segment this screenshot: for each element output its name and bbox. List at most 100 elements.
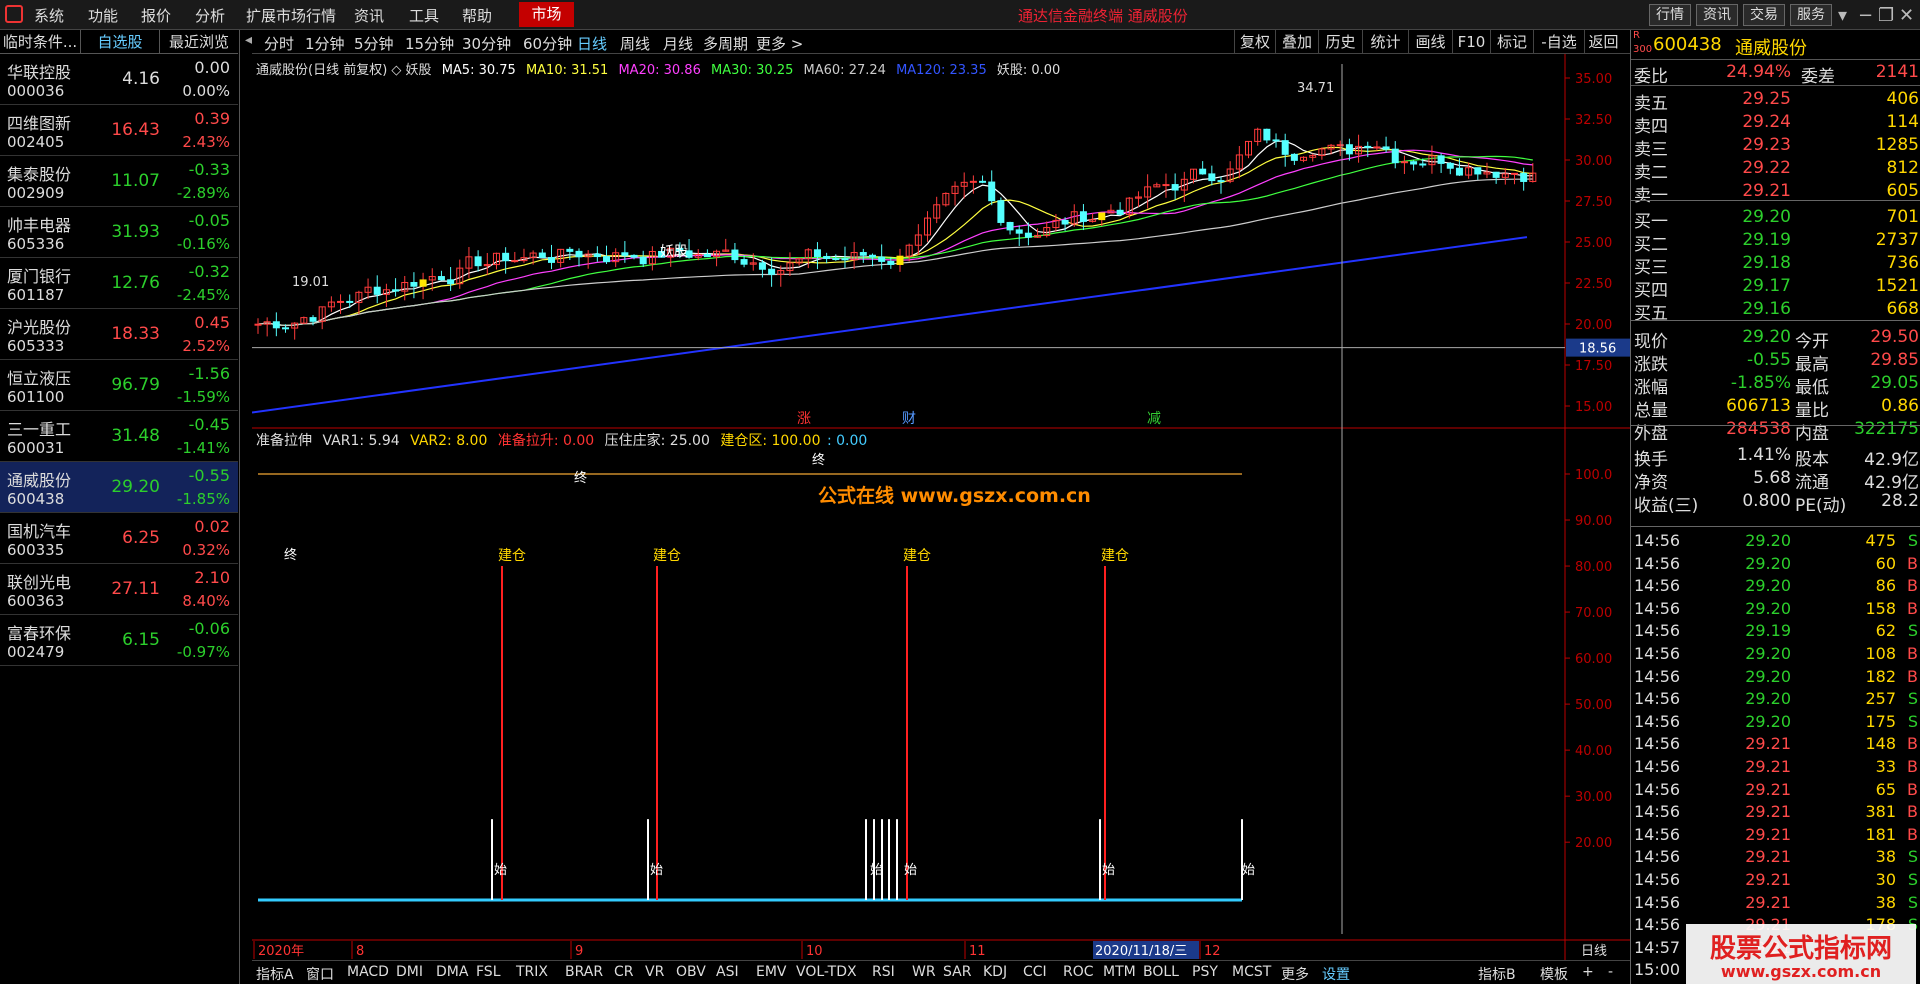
indicator-tab[interactable]: PSY (1192, 964, 1218, 980)
indicator-tab[interactable]: MTM (1103, 964, 1136, 980)
menu-tools[interactable]: 工具 (409, 5, 439, 26)
chart-tool-button[interactable]: 标记 (1490, 30, 1533, 54)
indicator-right-tab[interactable]: 指标B (1478, 964, 1516, 984)
stock-row[interactable]: 三一重工 600031 31.48 -0.45 -1.41% (0, 411, 238, 462)
indicator-tab[interactable]: TRIX (516, 964, 548, 980)
candle-body (309, 317, 317, 322)
app-logo-icon[interactable] (5, 5, 23, 23)
jiaoyi-button[interactable]: 交易 (1743, 4, 1785, 26)
indicator-tab[interactable]: VR (645, 964, 664, 980)
ask-row[interactable]: 卖一 29.21 605 (1631, 179, 1920, 206)
chart-tool-button[interactable]: 历史 (1318, 30, 1362, 54)
stock-row[interactable]: 华联控股 000036 4.16 0.00 0.00% (0, 54, 238, 105)
indicator-tab[interactable]: 更多 (1281, 964, 1309, 984)
indicator-tab[interactable]: ROC (1063, 964, 1094, 980)
dropdown-icon[interactable]: ▾ (1838, 5, 1847, 26)
stock-row[interactable]: 帅丰电器 605336 31.93 -0.05 -0.16% (0, 207, 238, 258)
tab-timeframe[interactable]: 15分钟 (405, 33, 454, 54)
chart-tool-button[interactable]: -自选 (1533, 30, 1584, 54)
zixun-button[interactable]: 资讯 (1696, 4, 1738, 26)
stock-row[interactable]: 恒立液压 601100 96.79 -1.56 -1.59% (0, 360, 238, 411)
stock-row[interactable]: 通威股份 600438 29.20 -0.55 -1.85% (0, 462, 238, 513)
tab-timeframe[interactable]: 多周期 (703, 33, 748, 54)
stock-row[interactable]: 集泰股份 002909 11.07 -0.33 -2.89% (0, 156, 238, 207)
candle-body (337, 300, 345, 303)
chart-title: 通威股份(日线 前复权) ◇ 妖股 (256, 63, 432, 78)
indicator-tab[interactable]: CR (614, 964, 634, 980)
chart-tool-button[interactable]: 统计 (1362, 30, 1408, 54)
hangqing-button[interactable]: 行情 (1649, 4, 1691, 26)
indicator-tab[interactable]: 窗口 (306, 964, 334, 984)
restore-icon[interactable]: ❐ (1878, 5, 1894, 26)
indicator-tab[interactable]: EMV (756, 964, 787, 980)
indicator-tab[interactable]: SAR (943, 964, 971, 980)
stock-row[interactable]: 富春环保 002479 6.15 -0.06 -0.97% (0, 615, 238, 666)
tab-watchlist[interactable]: 自选股 (80, 30, 160, 54)
indicator-tab[interactable]: DMA (436, 964, 468, 980)
fuwu-button[interactable]: 服务 (1790, 4, 1832, 26)
tab-recent[interactable]: 最近浏览 (160, 30, 238, 54)
y-tick-label: 22.50 (1575, 277, 1612, 292)
tab-timeframe[interactable]: 30分钟 (462, 33, 511, 54)
stock-row[interactable]: 四维图新 002405 16.43 0.39 2.43% (0, 105, 238, 156)
indicator-right-tab[interactable]: 模板 (1540, 964, 1568, 984)
tab-timeframe[interactable]: 分时 (264, 33, 294, 54)
indicator-tab[interactable]: 设置 (1322, 964, 1350, 984)
collapse-icon[interactable]: ◂ (245, 32, 252, 48)
chart-tool-button[interactable]: F10 (1452, 30, 1490, 54)
indicator-tab[interactable]: 指标A (256, 964, 294, 984)
indicator-right-tab[interactable]: - (1608, 964, 1613, 980)
stat-row: 收益(三) 0.800 PE(动) 28.2 (1631, 489, 1920, 516)
menu-help[interactable]: 帮助 (462, 5, 492, 26)
tab-timeframe[interactable]: 60分钟 (523, 33, 572, 54)
tab-timeframe[interactable]: 1分钟 (305, 33, 345, 54)
indicator-tab[interactable]: WR (912, 964, 936, 980)
tab-timeframe[interactable]: 5分钟 (354, 33, 394, 54)
candle-body (841, 258, 849, 261)
indicator-tab[interactable]: DMI (396, 964, 423, 980)
tab-temp-condition[interactable]: 临时条件... (0, 30, 80, 54)
close-icon[interactable]: ✕ (1899, 5, 1914, 26)
menu-quote[interactable]: 报价 (141, 5, 171, 26)
indicator-tab[interactable]: KDJ (983, 964, 1007, 980)
indicator-tab[interactable]: CCI (1023, 964, 1047, 980)
stock-name: 通威股份 (1735, 38, 1807, 59)
menu-function[interactable]: 功能 (88, 5, 118, 26)
indicator-tab[interactable]: FSL (476, 964, 501, 980)
indicator-tab[interactable]: RSI (872, 964, 895, 980)
tab-timeframe[interactable]: 更多 > (756, 33, 803, 54)
date-label: 2020年 (258, 944, 304, 959)
tick-price: 29.21 (1745, 847, 1791, 867)
y-sub-tick-label: 30.00 (1575, 790, 1612, 805)
candle-body (1373, 146, 1381, 149)
indicator-tab[interactable]: MACD (347, 964, 389, 980)
chart-tool-button[interactable]: 返回 (1584, 30, 1622, 54)
market-tab[interactable]: 市场 (519, 2, 574, 27)
indicator-tab[interactable]: BRAR (565, 964, 603, 980)
chart-tool-button[interactable]: 画线 (1408, 30, 1452, 54)
menu-ext-market[interactable]: 扩展市场行情 (246, 5, 336, 26)
indicator-right-tab[interactable]: + (1582, 964, 1594, 980)
stock-row[interactable]: 联创光电 600363 27.11 2.10 8.40% (0, 564, 238, 615)
chart-tool-button[interactable]: 复权 (1234, 30, 1275, 54)
tick-price: 29.21 (1745, 779, 1791, 799)
jiancang-label: 建仓 (903, 548, 931, 564)
stock-row[interactable]: 国机汽车 600335 6.25 0.02 0.32% (0, 513, 238, 564)
sub-chart-name: 准备拉伸 (256, 433, 312, 449)
indicator-tab[interactable]: ASI (716, 964, 739, 980)
menu-news[interactable]: 资讯 (354, 5, 384, 26)
stock-row[interactable]: 厦门银行 601187 12.76 -0.32 -2.45% (0, 258, 238, 309)
stock-row[interactable]: 沪光股份 605333 18.33 0.45 2.52% (0, 309, 238, 360)
tab-timeframe[interactable]: 周线 (620, 33, 650, 54)
minimize-icon[interactable]: − (1858, 5, 1873, 26)
chart-tool-button[interactable]: 叠加 (1275, 30, 1318, 54)
indicator-tab[interactable]: MCST (1232, 964, 1271, 980)
tab-timeframe[interactable]: 月线 (663, 33, 693, 54)
menu-analysis[interactable]: 分析 (195, 5, 225, 26)
indicator-tab[interactable]: OBV (676, 964, 706, 980)
tick-price: 29.21 (1745, 802, 1791, 822)
tab-timeframe[interactable]: 日线 (577, 33, 607, 54)
indicator-tab[interactable]: VOL-TDX (796, 964, 857, 980)
indicator-tab[interactable]: BOLL (1143, 964, 1179, 980)
menu-system[interactable]: 系统 (34, 5, 64, 26)
